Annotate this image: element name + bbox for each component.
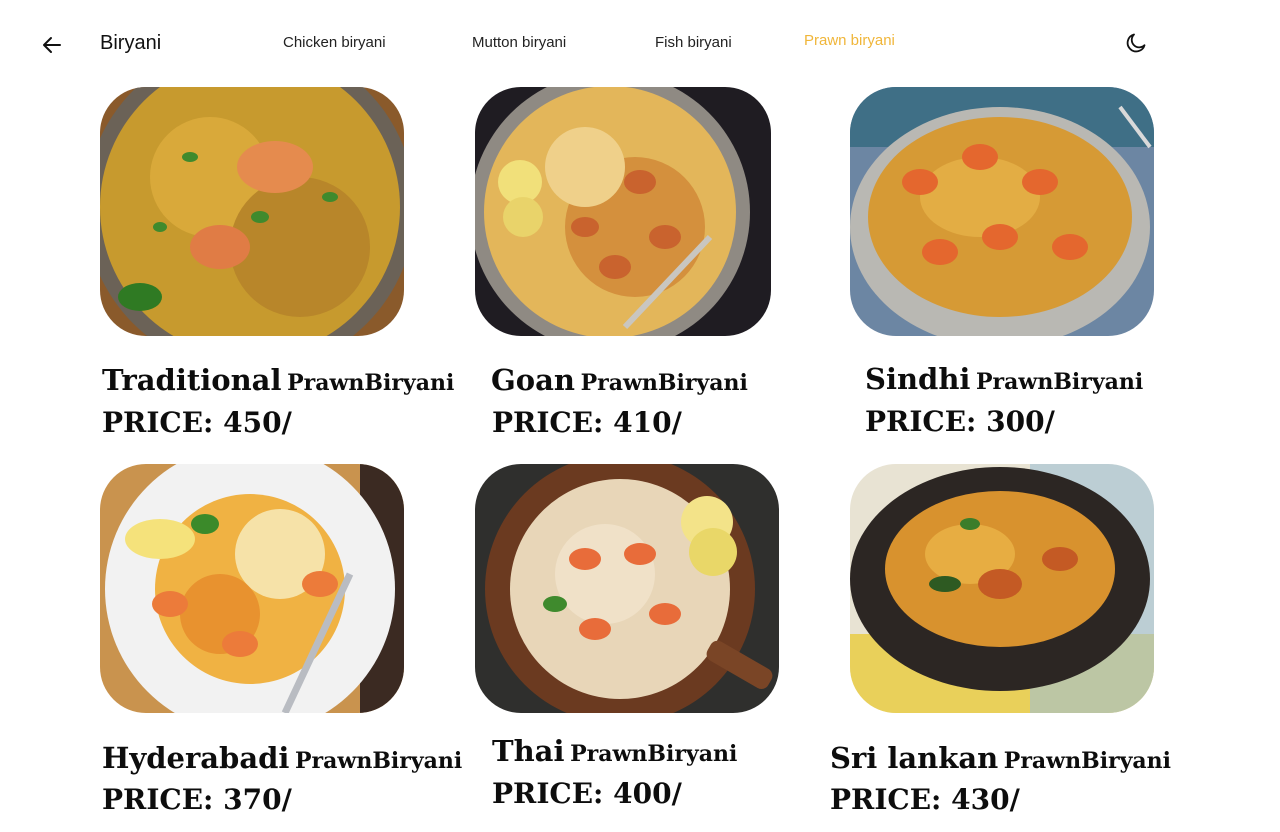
- dish-name-row: Sri lankan PrawnBiryani: [830, 741, 1171, 775]
- dish-name: Goan: [491, 363, 575, 397]
- moon-icon: [1126, 33, 1146, 53]
- dish-name-row: Thai PrawnBiryani: [492, 734, 737, 768]
- dish-type: PrawnBiryani: [1003, 748, 1172, 774]
- dish-price: PRICE: 300/: [865, 405, 1055, 438]
- top-nav: Biryani Chicken biryani Mutton biryani F…: [0, 0, 1280, 86]
- dish-price: PRICE: 400/: [492, 777, 682, 810]
- dish-type: PrawnBiryani: [295, 748, 463, 774]
- dish-price: PRICE: 450/: [102, 406, 292, 439]
- dish-type: PrawnBiryani: [580, 370, 748, 396]
- dish-image-sindhi[interactable]: [850, 87, 1154, 336]
- dish-name: Sri lankan: [830, 741, 999, 775]
- dish-name: Thai: [492, 734, 565, 768]
- dish-image-thai[interactable]: [475, 464, 779, 713]
- dish-price: PRICE: 410/: [492, 406, 682, 439]
- dish-price: PRICE: 370/: [102, 783, 292, 816]
- dish-name-row: Traditional PrawnBiryani: [102, 363, 454, 397]
- arrow-left-icon: [43, 37, 61, 53]
- theme-toggle-button[interactable]: [1124, 31, 1148, 55]
- tab-fish-biryani[interactable]: Fish biryani: [655, 34, 732, 51]
- dish-name-row: Hyderabadi PrawnBiryani: [102, 741, 462, 775]
- dish-image-hyderabadi[interactable]: [100, 464, 404, 713]
- tab-prawn-biryani[interactable]: Prawn biryani: [804, 32, 895, 49]
- dish-type: PrawnBiryani: [570, 741, 738, 767]
- dish-image-traditional[interactable]: [100, 87, 404, 336]
- dish-name: Sindhi: [865, 362, 971, 396]
- tab-chicken-biryani[interactable]: Chicken biryani: [283, 34, 386, 51]
- page-title: Biryani: [100, 32, 162, 54]
- dish-type: PrawnBiryani: [287, 370, 455, 396]
- dish-name-row: Goan PrawnBiryani: [491, 363, 748, 397]
- dish-name: Traditional: [102, 363, 282, 397]
- dish-image-goan[interactable]: [475, 87, 771, 336]
- dish-name-row: Sindhi PrawnBiryani: [865, 362, 1143, 396]
- dish-type: PrawnBiryani: [976, 369, 1144, 395]
- tab-mutton-biryani[interactable]: Mutton biryani: [472, 34, 566, 51]
- back-button[interactable]: [40, 33, 64, 57]
- dish-price: PRICE: 430/: [830, 783, 1020, 816]
- dish-name: Hyderabadi: [102, 741, 290, 775]
- dish-image-sri-lankan[interactable]: [850, 464, 1154, 713]
